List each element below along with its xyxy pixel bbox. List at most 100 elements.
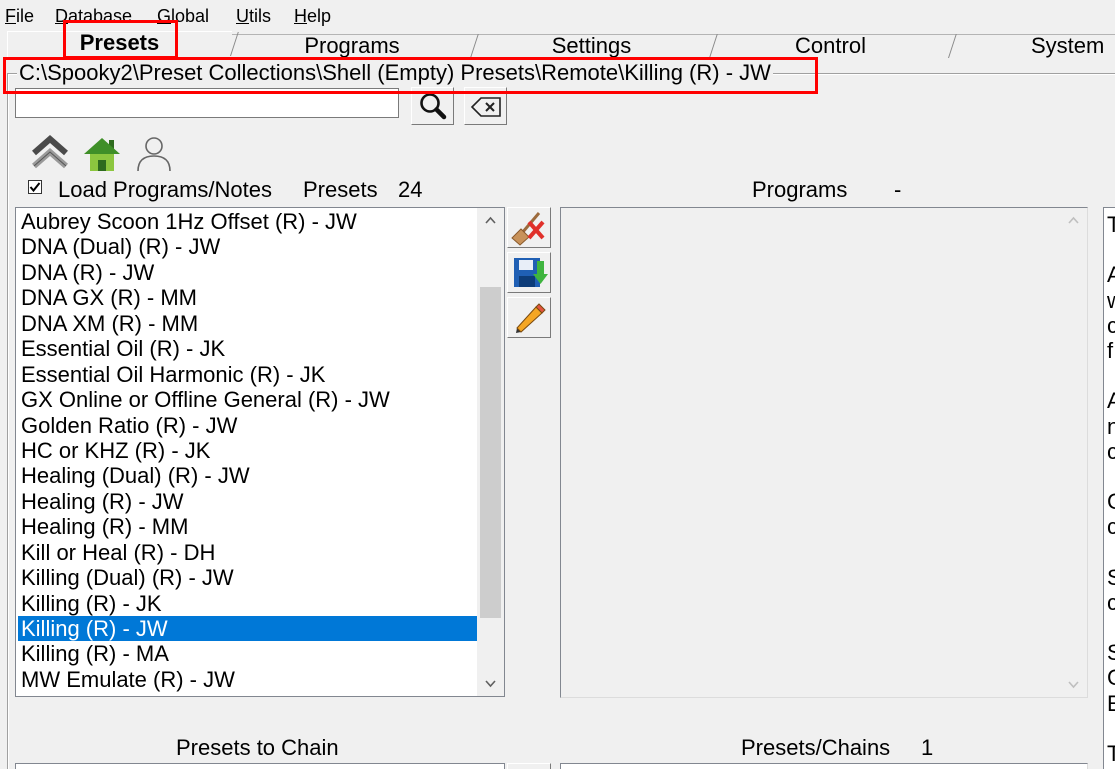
note-line: c — [1107, 439, 1115, 464]
tab-label: Presets — [79, 30, 160, 55]
tab-label: Control — [795, 33, 866, 58]
note-line: C — [1107, 665, 1115, 690]
tab-system[interactable]: System — [950, 34, 1115, 58]
presets-label: Presets — [303, 177, 378, 202]
note-line: C — [1107, 489, 1115, 514]
notes-textbox[interactable]: TAwcfAncCcScSCET — [1103, 207, 1115, 769]
preset-list-item[interactable]: Healing (R) - JW — [18, 489, 477, 514]
preset-list-item[interactable]: DNA GX (R) - MM — [18, 285, 477, 310]
chain-action-button[interactable] — [507, 763, 551, 769]
note-line — [1107, 237, 1115, 262]
preset-list-item[interactable]: DNA (Dual) (R) - JW — [18, 234, 477, 259]
scrollbar-thumb[interactable] — [480, 287, 501, 618]
preset-list-item[interactable]: Kill or Heal (R) - DH — [18, 540, 477, 565]
presets-chains-listbox[interactable] — [560, 763, 1088, 769]
chevron-down-icon — [1068, 681, 1079, 689]
preset-list-item[interactable]: Essential Oil (R) - JK — [18, 336, 477, 361]
preset-list-item[interactable]: Healing (R) - MM — [18, 514, 477, 539]
scroll-up-button[interactable] — [477, 208, 504, 233]
preset-list-item[interactable]: Essential Oil Harmonic (R) - JK — [18, 362, 477, 387]
chevron-down-icon — [485, 680, 496, 688]
preset-list-item[interactable]: DNA (R) - JW — [18, 260, 477, 285]
tab-presets[interactable]: Presets — [7, 31, 232, 58]
checkmark-icon — [29, 182, 41, 193]
note-line — [1107, 539, 1115, 564]
tab-programs[interactable]: Programs — [232, 34, 472, 58]
home-button[interactable] — [80, 133, 124, 175]
presets-listbox[interactable]: Aubrey Scoon 1Hz Offset (R) - JW DNA (Dua… — [15, 207, 505, 697]
note-line — [1107, 363, 1115, 388]
note-line — [1107, 716, 1115, 741]
note-line: E — [1107, 691, 1115, 716]
home-icon — [84, 138, 120, 171]
scroll-down-button[interactable] — [1060, 672, 1087, 697]
preset-list-item[interactable]: Killing (R) - JK — [18, 591, 477, 616]
load-programs-checkbox[interactable] — [28, 180, 42, 194]
scroll-up-button[interactable] — [1060, 208, 1087, 233]
menu-global[interactable]: Global — [157, 6, 209, 26]
level-up-button[interactable] — [28, 133, 72, 175]
menu-help[interactable]: Help — [294, 6, 331, 26]
programs-count: - — [894, 177, 902, 202]
menu-database[interactable]: Database — [55, 6, 132, 26]
presets-chains-label: Presets/Chains — [741, 735, 891, 760]
presets-scrollbar[interactable] — [477, 208, 504, 696]
preset-list-item[interactable]: Killing (R) - MA — [18, 641, 477, 666]
preset-list-item[interactable]: GX Online or Offline General (R) - JW — [18, 387, 477, 412]
programs-label: Programs — [752, 177, 848, 202]
preset-list-item[interactable]: Aubrey Scoon 1Hz Offset (R) - JW — [18, 209, 477, 234]
preset-list-item[interactable]: HC or KHZ (R) - JK — [18, 438, 477, 463]
note-line — [1107, 464, 1115, 489]
save-preset-button[interactable] — [507, 252, 551, 293]
delete-preset-button[interactable] — [507, 207, 551, 248]
programs-scrollbar[interactable] — [1060, 208, 1087, 697]
preset-path-caption: C:\Spooky2\Preset Collections\Shell (Emp… — [17, 60, 773, 85]
note-line: n — [1107, 414, 1115, 439]
tab-label: Settings — [551, 33, 632, 58]
search-input[interactable] — [15, 88, 399, 118]
tab-settings[interactable]: Settings — [472, 34, 711, 58]
presets-count: 24 — [398, 177, 423, 202]
note-line: c — [1107, 313, 1115, 338]
note-line: w — [1107, 288, 1115, 313]
note-line: f — [1107, 337, 1114, 363]
note-line: T — [1107, 741, 1115, 766]
preset-list-item[interactable]: Killing (R) - JW — [18, 616, 477, 642]
preset-list-item[interactable]: Killing (Dual) (R) - JW — [18, 565, 477, 590]
note-line: S — [1107, 640, 1115, 665]
clear-search-button[interactable] — [464, 87, 507, 125]
double-chevron-up-icon — [32, 135, 68, 169]
note-line: A — [1107, 388, 1115, 413]
load-programs-label: Load Programs/Notes — [58, 177, 272, 202]
chevron-up-icon — [485, 216, 496, 224]
magnifier-icon — [420, 93, 447, 120]
menu-file[interactable]: File — [5, 6, 34, 26]
presets-list-items: Aubrey Scoon 1Hz Offset (R) - JW DNA (Dua… — [18, 209, 477, 692]
tab-label: Programs — [304, 33, 400, 58]
note-line: c — [1107, 590, 1115, 615]
user-outline-icon — [137, 137, 171, 172]
note-line: c — [1107, 514, 1115, 539]
programs-listbox[interactable] — [560, 207, 1088, 698]
preset-list-item[interactable]: MW Emulate (R) - JW — [18, 667, 477, 692]
note-line: T — [1107, 212, 1115, 237]
tab-label: System — [1031, 33, 1105, 58]
note-line: A — [1107, 262, 1115, 287]
edit-preset-button[interactable] — [507, 297, 551, 338]
floppy-save-icon — [514, 258, 548, 287]
chevron-up-icon — [1068, 216, 1079, 224]
note-line: S — [1107, 565, 1115, 590]
menu-bar: File Database Global Utils Help — [0, 0, 1115, 30]
user-button[interactable] — [132, 133, 176, 175]
preset-list-item[interactable]: DNA XM (R) - MM — [18, 311, 477, 336]
preset-list-item[interactable]: Golden Ratio (R) - JW — [18, 413, 477, 438]
scroll-down-button[interactable] — [477, 671, 504, 696]
presets-to-chain-label: Presets to Chain — [176, 735, 339, 760]
search-button[interactable] — [411, 87, 454, 125]
preset-list-item[interactable]: Healing (Dual) (R) - JW — [18, 463, 477, 488]
menu-utils[interactable]: Utils — [236, 6, 271, 26]
tab-control[interactable]: Control — [711, 34, 950, 58]
broom-delete-icon — [511, 212, 545, 246]
presets-to-chain-listbox[interactable] — [15, 763, 505, 769]
presets-chains-count: 1 — [921, 735, 934, 760]
